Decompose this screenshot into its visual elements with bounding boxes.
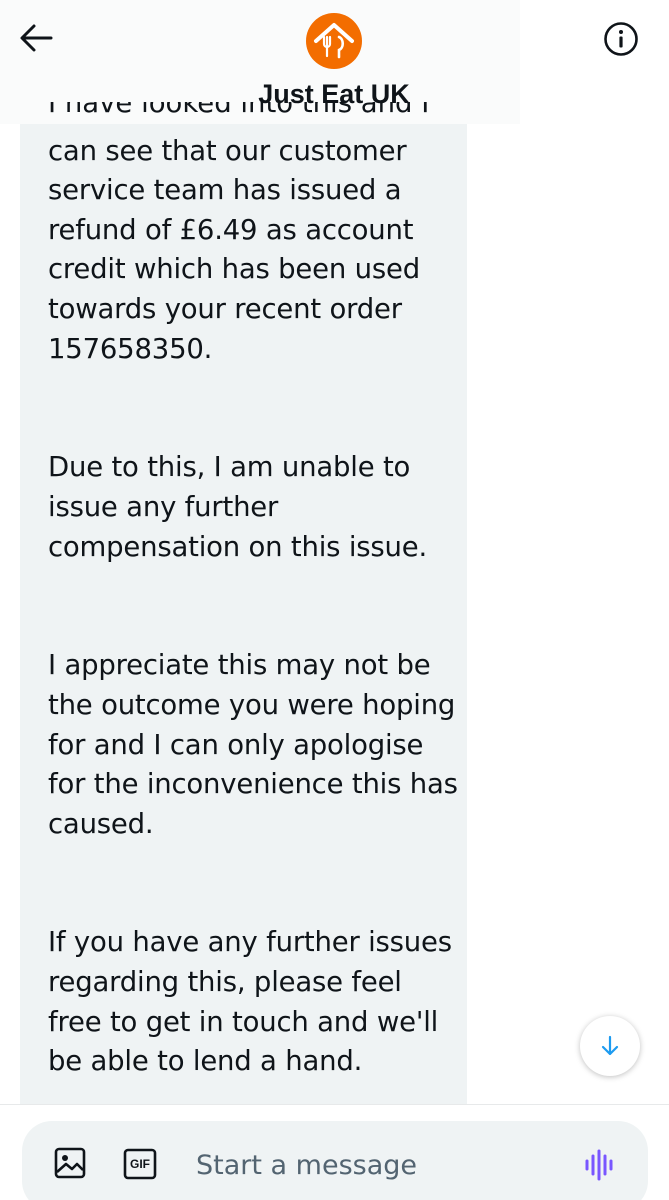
composer-bar: GIF — [0, 1104, 669, 1200]
message-paragraph-4: If you have any further issues regarding… — [48, 926, 452, 1078]
account-name[interactable]: Just Eat UK — [200, 74, 468, 114]
message-input[interactable] — [196, 1145, 556, 1185]
composer: GIF — [22, 1121, 648, 1200]
gif-label: GIF — [130, 1157, 150, 1171]
message-paragraph-3: I appreciate this may not be the outcome… — [48, 649, 458, 840]
scroll-to-bottom-button[interactable] — [580, 1016, 640, 1076]
image-icon — [54, 1147, 86, 1179]
voice-wave-icon — [585, 1149, 613, 1181]
back-button[interactable] — [12, 16, 60, 60]
account-avatar[interactable] — [306, 13, 362, 69]
arrow-down-icon — [601, 1035, 619, 1056]
conversation-info-button[interactable] — [598, 16, 644, 62]
add-media-button[interactable] — [52, 1145, 88, 1181]
gif-button[interactable]: GIF — [122, 1147, 158, 1181]
arrow-left-icon — [20, 24, 53, 52]
voice-message-button[interactable] — [582, 1147, 618, 1183]
message-paragraph-1: can see that our customer service team h… — [48, 134, 420, 365]
dm-conversation-screen: can see that our customer service team h… — [0, 0, 669, 1200]
message-body: can see that our customer service team h… — [48, 92, 460, 1161]
info-icon — [604, 22, 638, 56]
message-paragraph-2: Due to this, I am unable to issue any fu… — [48, 451, 428, 563]
conversation-header: I have looked into this and I Just Eat U… — [0, 0, 669, 124]
just-eat-logo-icon — [306, 13, 362, 69]
